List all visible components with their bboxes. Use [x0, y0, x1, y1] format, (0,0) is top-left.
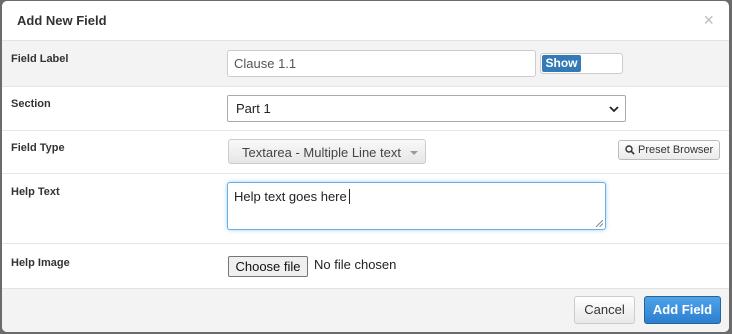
preset-browser-label: Preset Browser: [638, 144, 714, 156]
row-field-label: Field Label Clause 1.1 Show: [2, 41, 729, 87]
modal-footer: Cancel Add Field: [2, 289, 729, 332]
help-image-label: Help Image: [11, 257, 70, 269]
help-text-textarea[interactable]: Help text goes here: [227, 182, 606, 230]
help-text-label: Help Text: [11, 186, 60, 198]
help-text-value-wrap: Help text goes here: [234, 189, 350, 204]
show-toggle-label: Show: [542, 55, 581, 72]
text-cursor: [348, 189, 350, 204]
row-section: Section Part 1: [2, 87, 729, 131]
search-icon: [625, 145, 635, 155]
field-label-input[interactable]: Clause 1.1: [227, 50, 536, 77]
modal-title: Add New Field: [17, 13, 107, 28]
close-icon[interactable]: ×: [703, 10, 714, 30]
field-type-label: Field Type: [11, 142, 65, 154]
chevron-down-icon: [609, 106, 619, 113]
caret-down-icon: [410, 151, 418, 155]
help-text-value: Help text goes here: [234, 189, 347, 204]
modal-header: Add New Field ×: [2, 1, 729, 41]
add-field-modal: Add New Field × Field Label Clause 1.1 S…: [2, 1, 729, 332]
row-field-type: Field Type Textarea - Multiple Line text…: [2, 131, 729, 174]
row-help-text: Help Text Help text goes here: [2, 174, 729, 244]
add-field-button[interactable]: Add Field: [644, 296, 721, 324]
file-status-text: No file chosen: [314, 257, 397, 272]
field-label-label: Field Label: [11, 53, 69, 65]
resize-grip-icon[interactable]: [596, 220, 603, 227]
cancel-button[interactable]: Cancel: [574, 296, 635, 324]
field-type-dropdown[interactable]: Textarea - Multiple Line text: [228, 139, 426, 164]
row-help-image: Help Image Choose file No file chosen: [2, 244, 729, 289]
section-select[interactable]: Part 1: [227, 95, 626, 122]
show-toggle[interactable]: Show: [540, 53, 623, 74]
section-label: Section: [11, 98, 51, 110]
field-type-value: Textarea - Multiple Line text: [242, 145, 401, 160]
section-select-value: Part 1: [236, 101, 271, 116]
choose-file-button[interactable]: Choose file: [228, 256, 308, 277]
preset-browser-button[interactable]: Preset Browser: [618, 140, 720, 160]
